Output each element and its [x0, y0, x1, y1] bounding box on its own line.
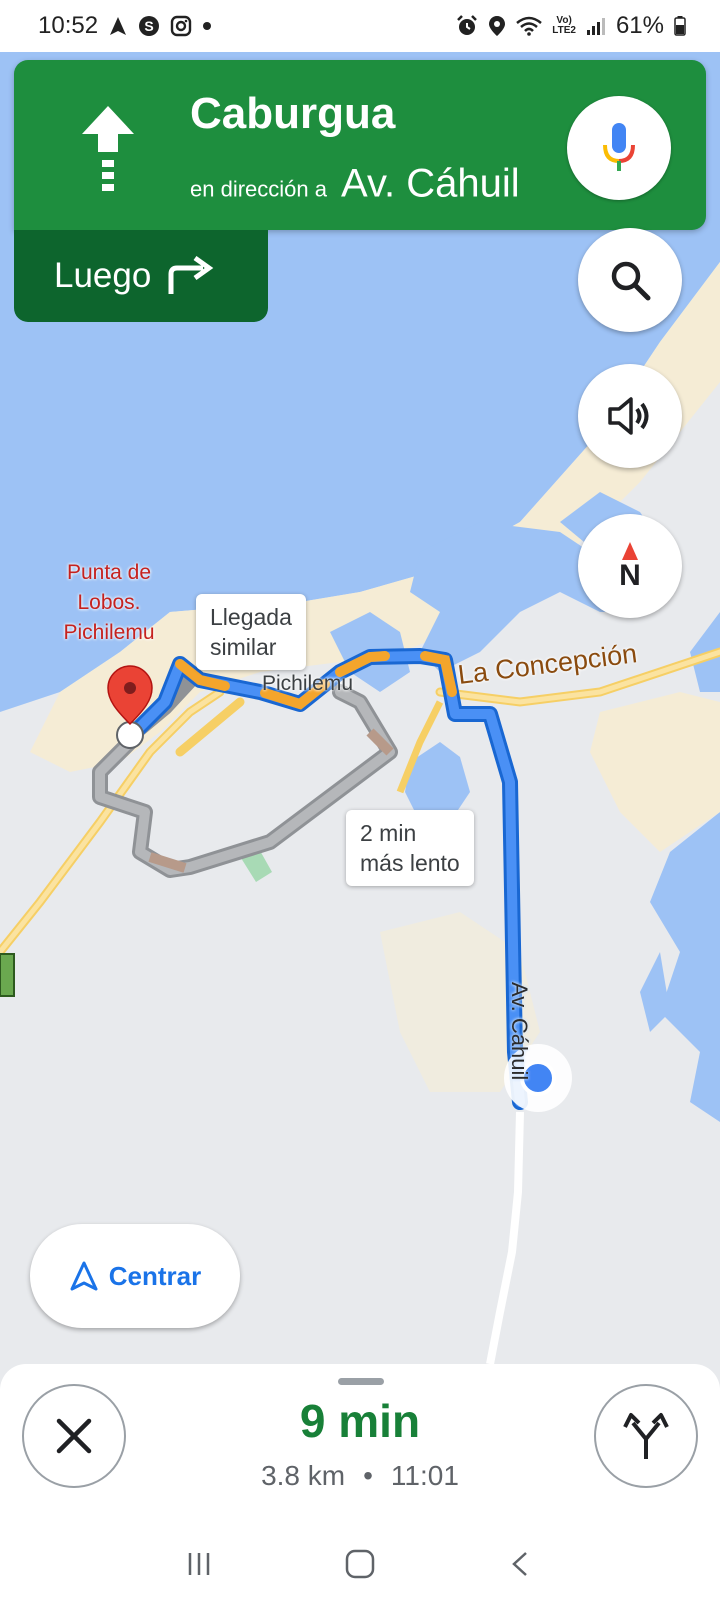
- status-bar: 10:52 S Vo) LTE2 61%: [0, 0, 720, 52]
- microphone-icon: [603, 123, 635, 171]
- volte-indicator: Vo) LTE2: [552, 15, 576, 36]
- battery-icon: [674, 16, 686, 36]
- notification-dot-icon: [202, 21, 212, 31]
- alternate-routes-button[interactable]: [594, 1384, 698, 1488]
- skype-icon: S: [138, 15, 160, 37]
- then-label: Luego: [54, 256, 152, 295]
- towards-prefix: en dirección a: [190, 176, 327, 202]
- sound-button[interactable]: [578, 364, 682, 468]
- back-icon[interactable]: [506, 1549, 536, 1579]
- trip-separator: •: [363, 1460, 373, 1491]
- recent-apps-icon[interactable]: [184, 1549, 214, 1579]
- svg-text:S: S: [144, 18, 153, 34]
- towards-destination: Av. Cáhuil: [340, 161, 520, 206]
- system-navigation-bar: [0, 1534, 720, 1594]
- instagram-icon: [170, 15, 192, 37]
- recenter-label: Centrar: [108, 1260, 202, 1291]
- search-icon: [611, 261, 651, 301]
- callout-similar-arrival[interactable]: Llegada similar: [196, 594, 306, 670]
- town-label: Pichilemu: [262, 672, 354, 695]
- voice-search-button[interactable]: [567, 96, 671, 200]
- arrival-time: 11:01: [390, 1460, 459, 1491]
- location-icon: [488, 15, 506, 37]
- current-street: Caburgua: [190, 89, 396, 138]
- compass-button[interactable]: N: [578, 514, 682, 618]
- sheet-drag-handle[interactable]: [338, 1378, 384, 1385]
- arrow-straight-icon: [82, 106, 134, 191]
- signal-icon: [586, 16, 606, 36]
- recenter-button[interactable]: Centrar: [30, 1224, 240, 1328]
- compass-arrow-icon: [622, 542, 638, 560]
- alternate-routes-icon: [623, 1413, 669, 1459]
- street-label: Av. Cáhuil: [507, 982, 532, 1081]
- next-maneuver[interactable]: Luego: [14, 230, 268, 322]
- navigation-arrow-icon: [70, 1261, 98, 1291]
- trip-distance: 3.8 km: [261, 1460, 346, 1491]
- callout-slower-route[interactable]: 2 min más lento: [346, 810, 474, 886]
- wifi-icon: [516, 16, 543, 36]
- status-left: 10:52 S: [38, 12, 212, 40]
- trip-summary-sheet[interactable]: 9 min 3.8 km • 11:01: [0, 1364, 720, 1600]
- status-right: Vo) LTE2 61%: [456, 12, 686, 40]
- battery-percent: 61%: [615, 12, 664, 39]
- navigation-arrow-icon: [108, 16, 128, 36]
- home-icon[interactable]: [343, 1547, 377, 1581]
- alarm-icon: [456, 15, 478, 37]
- destination-label[interactable]: Punta de Lobos. Pichilemu: [44, 558, 174, 648]
- volume-icon: [608, 397, 649, 435]
- search-along-route-button[interactable]: [578, 228, 682, 332]
- turn-right-icon: [168, 256, 214, 294]
- compass-north-label: N: [619, 559, 641, 592]
- status-time: 10:52: [38, 12, 99, 39]
- towards-line: en dirección a Av. Cáhuil: [190, 162, 520, 207]
